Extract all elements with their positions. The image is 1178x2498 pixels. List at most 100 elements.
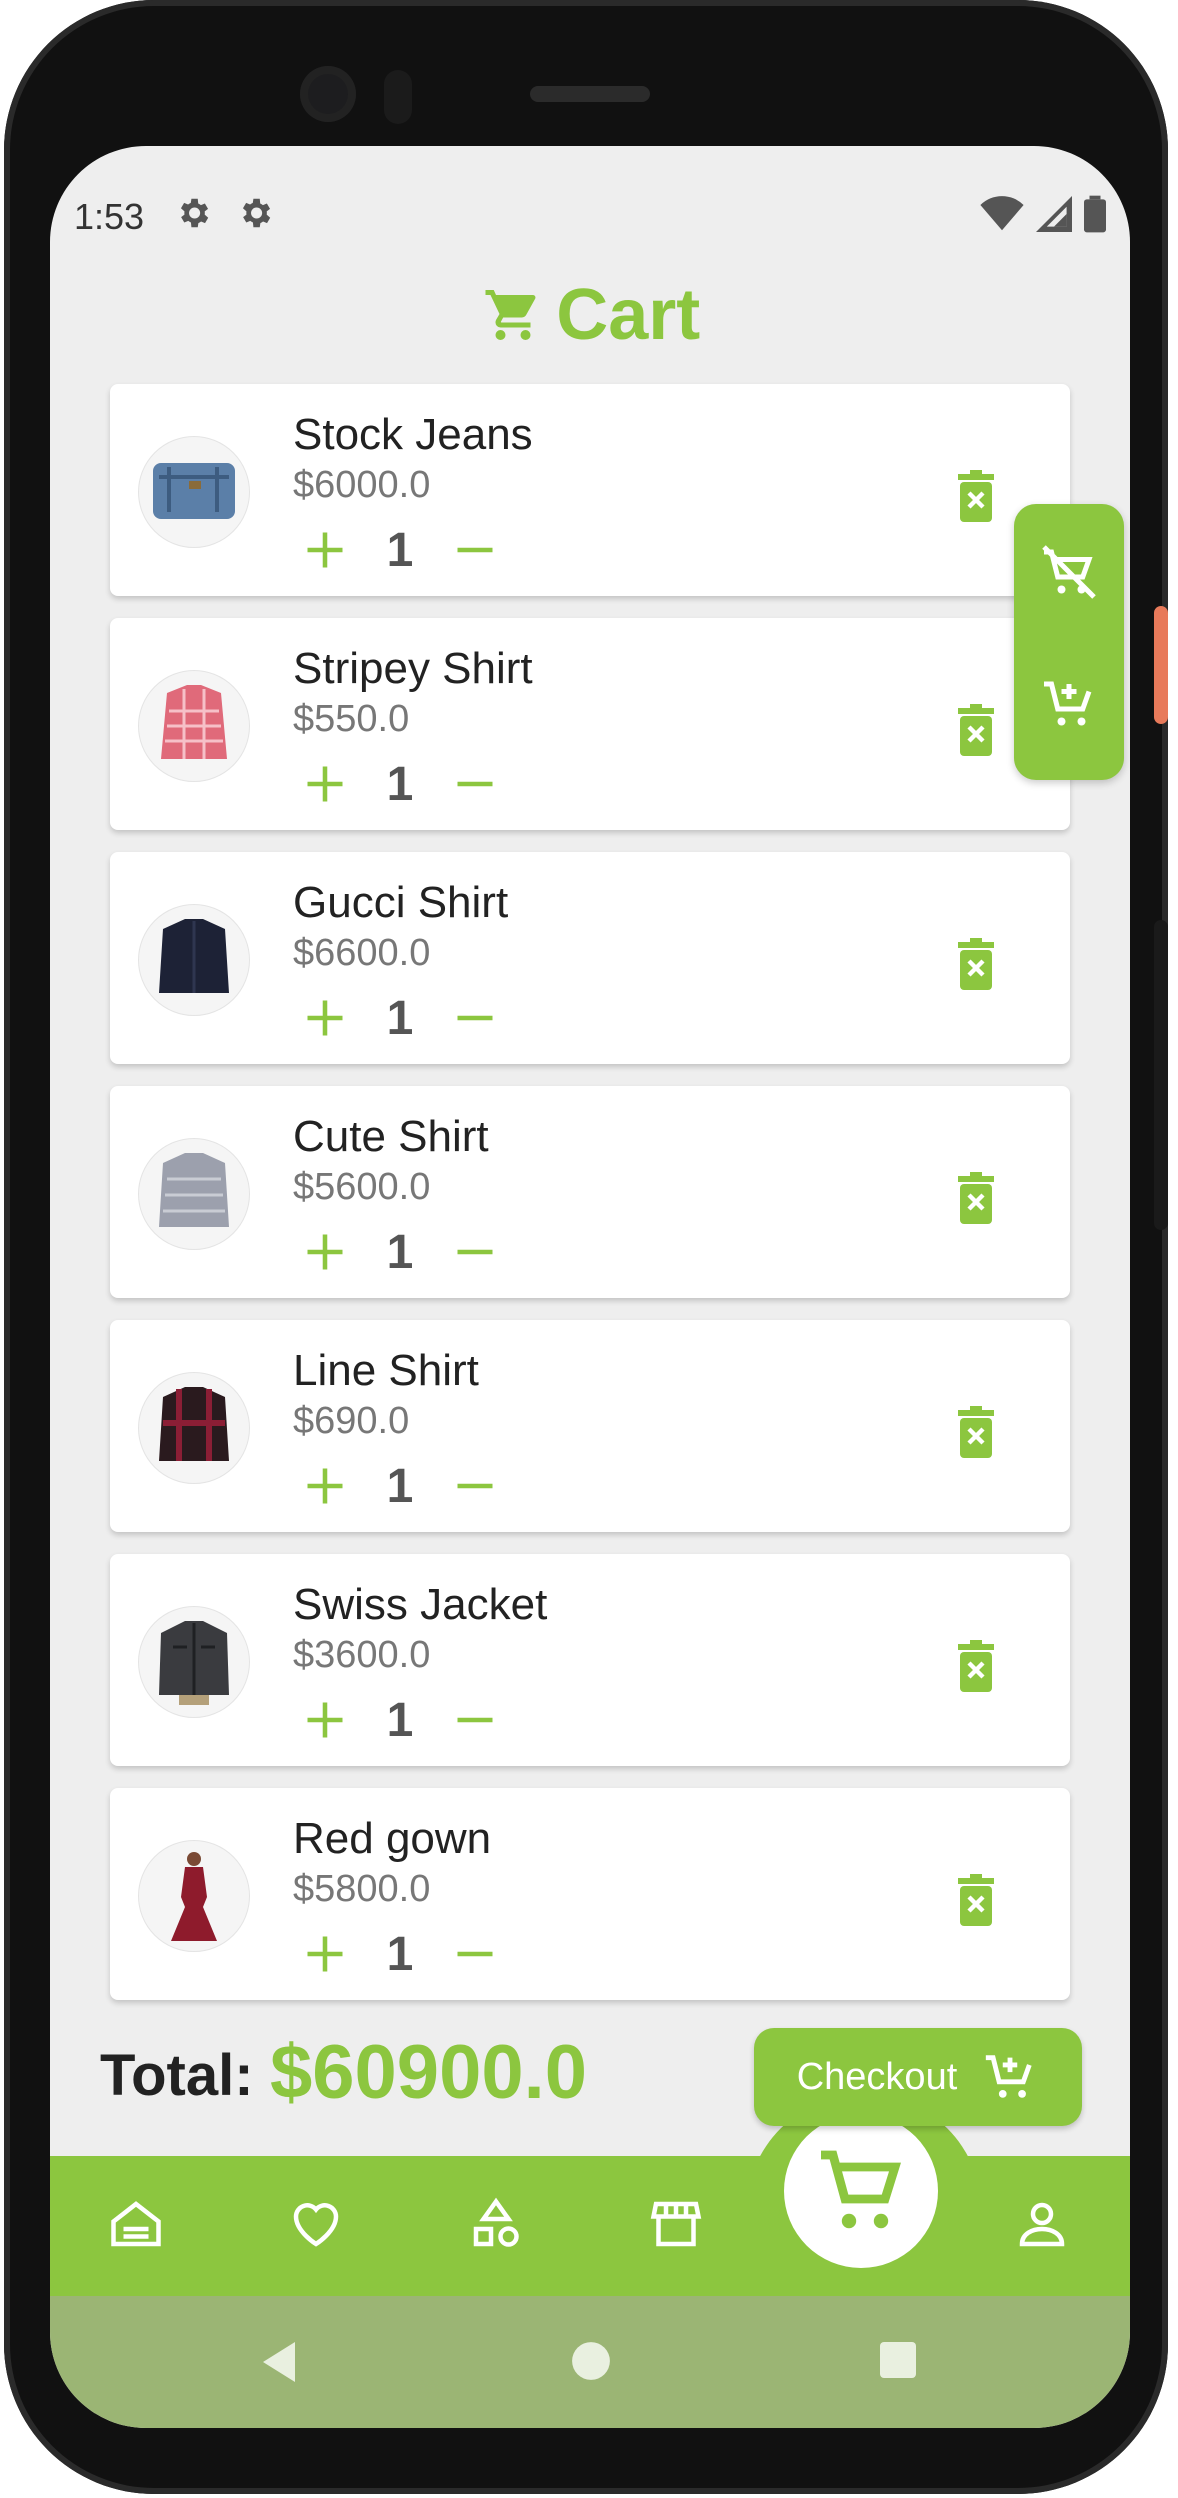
phone-frame: 1:53 Cart Stock Jeans $6000.0 1 Stripey … [4, 0, 1168, 2494]
plus-icon [307, 766, 343, 802]
signal-icon [1036, 196, 1072, 232]
bottom-nav [50, 2156, 1130, 2296]
quantity-value: 1 [386, 523, 414, 577]
delete-item-icon[interactable] [956, 1406, 996, 1458]
checkout-cart-icon [986, 2055, 1032, 2098]
cart-item: Red gown $5800.0 1 [110, 1788, 1070, 2000]
product-name: Red gown [293, 1814, 492, 1863]
delete-item-icon[interactable] [956, 1640, 996, 1692]
plus-icon [307, 1000, 343, 1036]
delete-item-icon[interactable] [956, 470, 996, 522]
cart-item: Stock Jeans $6000.0 1 [110, 384, 1070, 596]
quantity-stepper: 1 [300, 990, 500, 1046]
front-camera [300, 66, 356, 122]
delete-item-icon[interactable] [956, 1874, 996, 1926]
increase-quantity-button[interactable] [300, 1227, 350, 1277]
quantity-stepper: 1 [300, 1458, 500, 1514]
minus-icon [457, 781, 493, 787]
clear-cart-icon[interactable] [1039, 542, 1099, 602]
quantity-value: 1 [386, 1459, 414, 1513]
add-to-cart-icon[interactable] [1039, 674, 1099, 734]
recents-icon[interactable] [878, 2340, 918, 2380]
decrease-quantity-button[interactable] [450, 1227, 500, 1277]
cart-icon [821, 2150, 901, 2229]
status-icons [980, 192, 1106, 236]
product-thumbnail-gucci-shirt [138, 904, 250, 1016]
minus-icon [457, 1249, 493, 1255]
product-name: Line Shirt [293, 1346, 479, 1395]
cart-title-icon [485, 290, 536, 340]
minus-icon [457, 1951, 493, 1957]
product-price: $3600.0 [293, 1634, 431, 1676]
delete-item-icon[interactable] [956, 938, 996, 990]
quantity-stepper: 1 [300, 1692, 500, 1748]
product-thumbnail-jeans [138, 436, 250, 548]
product-price: $550.0 [293, 698, 410, 740]
cart-item: Stripey Shirt $550.0 1 [110, 618, 1070, 830]
back-icon[interactable] [258, 2340, 300, 2384]
quantity-value: 1 [386, 991, 414, 1045]
product-thumbnail-swiss-jacket [138, 1606, 250, 1718]
earpiece-speaker [530, 86, 650, 102]
quantity-stepper: 1 [300, 1926, 500, 1982]
increase-quantity-button[interactable] [300, 1929, 350, 1979]
product-price: $5800.0 [293, 1868, 431, 1910]
plus-icon [307, 1702, 343, 1738]
quantity-stepper: 1 [300, 1224, 500, 1280]
product-name: Stock Jeans [293, 410, 533, 459]
quantity-value: 1 [386, 757, 414, 811]
nav-cart-button[interactable] [784, 2114, 938, 2268]
plus-icon [307, 532, 343, 568]
total-amount: $60900.0 [270, 2030, 587, 2115]
page-title: Cart [556, 275, 701, 355]
categories-icon[interactable] [466, 2194, 526, 2254]
decrease-quantity-button[interactable] [450, 1695, 500, 1745]
cart-item: Swiss Jacket $3600.0 1 [110, 1554, 1070, 1766]
quantity-value: 1 [386, 1927, 414, 1981]
decrease-quantity-button[interactable] [450, 1929, 500, 1979]
increase-quantity-button[interactable] [300, 525, 350, 575]
page-header: Cart [50, 274, 1130, 356]
cart-item: Gucci Shirt $6600.0 1 [110, 852, 1070, 1064]
minus-icon [457, 1483, 493, 1489]
cart-list: Stock Jeans $6000.0 1 Stripey Shirt $550… [110, 384, 1070, 2022]
battery-icon [1084, 195, 1106, 233]
profile-icon[interactable] [1012, 2194, 1072, 2254]
product-name: Swiss Jacket [293, 1580, 548, 1629]
delete-item-icon[interactable] [956, 1172, 996, 1224]
decrease-quantity-button[interactable] [450, 1461, 500, 1511]
quantity-stepper: 1 [300, 756, 500, 812]
home-circle-icon[interactable] [570, 2340, 612, 2382]
decrease-quantity-button[interactable] [450, 525, 500, 575]
volume-button [1154, 920, 1168, 1230]
minus-icon [457, 547, 493, 553]
product-name: Stripey Shirt [293, 644, 533, 693]
cart-item: Line Shirt $690.0 1 [110, 1320, 1070, 1532]
store-icon[interactable] [646, 2194, 706, 2254]
power-button [1154, 606, 1168, 724]
delete-item-icon[interactable] [956, 704, 996, 756]
plus-icon [307, 1936, 343, 1972]
decrease-quantity-button[interactable] [450, 993, 500, 1043]
status-time: 1:53 [74, 196, 145, 237]
cart-item: Cute Shirt $5600.0 1 [110, 1086, 1070, 1298]
heart-icon[interactable] [286, 2194, 346, 2254]
product-price: $6600.0 [293, 932, 431, 974]
increase-quantity-button[interactable] [300, 759, 350, 809]
product-price: $5600.0 [293, 1166, 431, 1208]
minus-icon [457, 1015, 493, 1021]
increase-quantity-button[interactable] [300, 993, 350, 1043]
checkout-label: Checkout [796, 2055, 958, 2098]
home-icon[interactable] [106, 2194, 166, 2254]
increase-quantity-button[interactable] [300, 1695, 350, 1745]
checkout-button[interactable]: Checkout [754, 2028, 1082, 2126]
decrease-quantity-button[interactable] [450, 759, 500, 809]
sensor [384, 70, 412, 124]
quantity-value: 1 [386, 1693, 414, 1747]
system-navigation-bar [50, 2296, 1130, 2428]
increase-quantity-button[interactable] [300, 1461, 350, 1511]
product-name: Cute Shirt [293, 1112, 489, 1161]
quantity-stepper: 1 [300, 522, 500, 578]
product-price: $6000.0 [293, 464, 431, 506]
screen: 1:53 Cart Stock Jeans $6000.0 1 Stripey … [50, 146, 1130, 2428]
